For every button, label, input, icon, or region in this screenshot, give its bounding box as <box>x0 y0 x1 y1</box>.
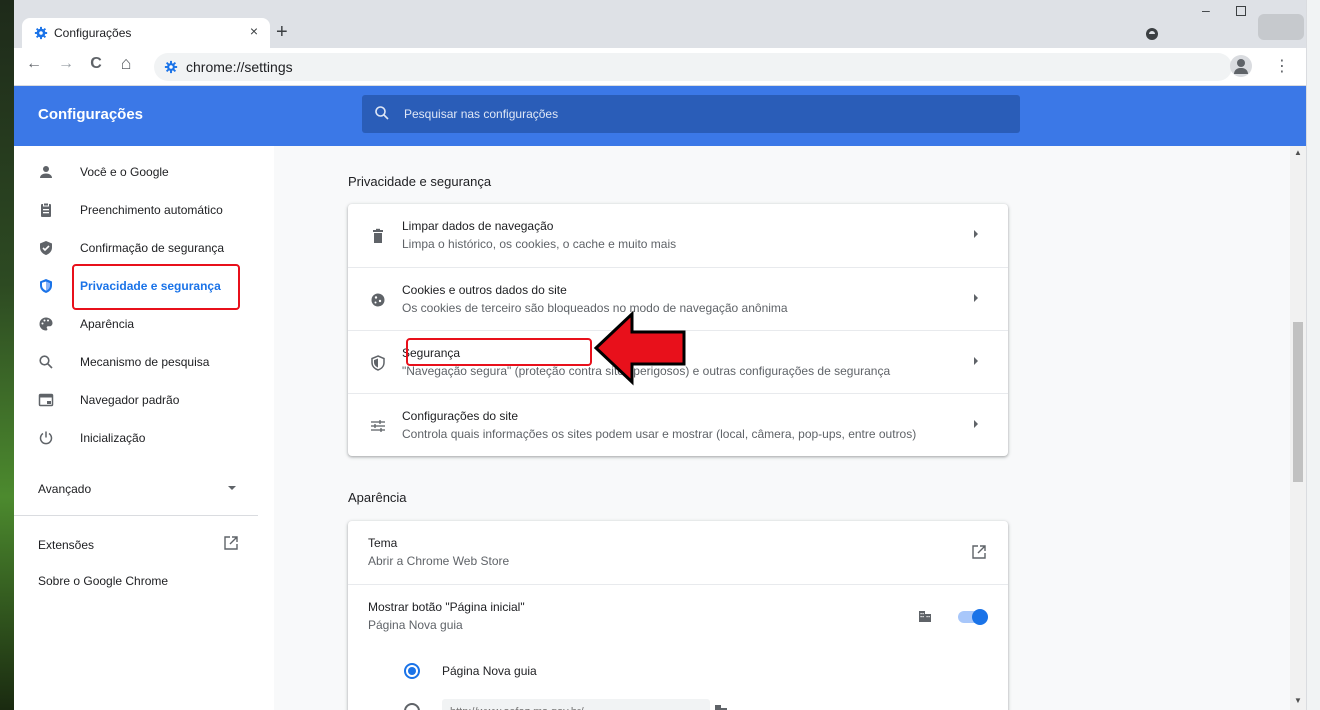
radio-new-tab-label: Página Nova guia <box>442 664 537 678</box>
desktop-edge-left <box>0 0 14 710</box>
row-title: Mostrar botão "Página inicial" <box>368 600 525 614</box>
search-icon <box>39 355 53 369</box>
search-placeholder: Pesquisar nas configurações <box>404 107 559 121</box>
new-tab-button[interactable]: + <box>276 20 288 44</box>
extension-circle-icon[interactable] <box>1146 28 1158 40</box>
sidebar-item-label: Mecanismo de pesquisa <box>80 355 210 369</box>
scroll-thumb[interactable] <box>1293 322 1303 482</box>
chevron-right-icon <box>974 294 978 302</box>
sliders-icon <box>371 420 385 432</box>
sidebar-item-label: Preenchimento automático <box>80 203 223 217</box>
tab-strip: Configurações × + – <box>14 0 1306 48</box>
appearance-card: Tema Abrir a Chrome Web Store Mostrar bo… <box>348 521 1008 710</box>
chevron-right-icon <box>974 420 978 428</box>
sidebar-item-about-chrome[interactable]: Sobre o Google Chrome <box>38 574 168 588</box>
radio-new-tab[interactable] <box>404 663 420 679</box>
row-description: Controla quais informações os sites pode… <box>402 427 917 441</box>
scroll-down-arrow[interactable]: ▼ <box>1294 696 1302 705</box>
forward-button[interactable]: → <box>56 55 76 73</box>
annotation-highlight-privacy <box>72 264 240 310</box>
sidebar-item-autofill[interactable]: Preenchimento automático <box>14 192 270 228</box>
settings-main: Privacidade e segurança Limpar dados de … <box>274 146 1290 710</box>
site-settings-row[interactable]: Configurações do site Controla quais inf… <box>348 393 1008 456</box>
sidebar-item-label: Inicialização <box>80 431 146 445</box>
palette-icon <box>39 317 53 331</box>
person-icon <box>40 166 52 178</box>
minimize-button[interactable]: – <box>1202 2 1210 18</box>
sidebar-item-appearance[interactable]: Aparência <box>14 306 270 342</box>
sidebar-divider <box>14 515 258 516</box>
home-button[interactable]: ⌂ <box>116 53 136 74</box>
enterprise-policy-icon <box>919 611 931 622</box>
sidebar-item-extensions[interactable]: Extensões <box>38 538 94 552</box>
custom-homepage-input[interactable] <box>442 699 710 710</box>
settings-header: Configurações Pesquisar nas configuraçõe… <box>14 86 1306 146</box>
reload-button[interactable]: C <box>86 55 106 73</box>
chevron-right-icon <box>974 230 978 238</box>
cookie-icon <box>371 293 385 307</box>
enterprise-policy-icon <box>715 705 727 710</box>
scroll-up-arrow[interactable]: ▲ <box>1294 148 1302 157</box>
section-title-appearance: Aparência <box>348 490 407 505</box>
chevron-right-icon <box>974 357 978 365</box>
shield-icon <box>371 355 385 371</box>
row-description: Abrir a Chrome Web Store <box>368 554 510 568</box>
open-external-icon[interactable] <box>972 545 986 559</box>
tab-title: Configurações <box>54 26 132 40</box>
search-icon <box>375 106 389 120</box>
power-icon <box>39 431 53 445</box>
sidebar-item-default-browser[interactable]: Navegador padrão <box>14 382 270 418</box>
sidebar-item-you-and-google[interactable]: Você e o Google <box>14 154 270 190</box>
row-title: Cookies e outros dados do site <box>402 283 567 297</box>
gear-icon <box>164 60 178 74</box>
open-external-icon[interactable] <box>224 536 238 550</box>
tab-close-button[interactable]: × <box>250 23 258 39</box>
row-title: Limpar dados de navegação <box>402 219 554 233</box>
home-button-toggle[interactable] <box>958 609 988 625</box>
sidebar-item-on-startup[interactable]: Inicialização <box>14 420 270 456</box>
row-description: Limpa o histórico, os cookies, o cache e… <box>402 237 677 251</box>
section-title-privacy: Privacidade e segurança <box>348 174 492 189</box>
row-title: Configurações do site <box>402 409 519 423</box>
sidebar-item-label: Você e o Google <box>80 165 169 179</box>
window-close-button[interactable] <box>1258 14 1304 40</box>
annotation-arrow-icon <box>593 310 686 386</box>
sidebar-item-label: Confirmação de segurança <box>80 241 225 255</box>
window-edge-right <box>1306 0 1320 710</box>
sidebar-item-safety-check[interactable]: Confirmação de segurança <box>14 230 270 266</box>
maximize-button[interactable] <box>1236 6 1246 16</box>
gear-icon <box>34 26 48 40</box>
chevron-down-icon[interactable] <box>228 485 236 491</box>
browser-menu-button[interactable]: ⋮ <box>1274 56 1290 76</box>
page-title: Configurações <box>38 106 144 123</box>
annotation-highlight-security <box>406 338 592 366</box>
url-text: chrome://settings <box>186 59 293 75</box>
profile-avatar-icon[interactable] <box>1230 55 1252 77</box>
sidebar-item-search-engine[interactable]: Mecanismo de pesquisa <box>14 344 270 380</box>
settings-search-input[interactable]: Pesquisar nas configurações <box>362 95 1020 133</box>
clear-browsing-data-row[interactable]: Limpar dados de navegação Limpa o histór… <box>348 204 1008 267</box>
theme-row[interactable]: Tema Abrir a Chrome Web Store <box>348 521 1008 584</box>
browser-toolbar: ← → C ⌂ chrome://settings ⋮ <box>14 48 1306 86</box>
settings-sidebar: Você e o Google Preenchimento automático… <box>14 146 274 710</box>
sidebar-item-label: Aparência <box>80 317 135 331</box>
row-title: Tema <box>368 536 398 550</box>
sidebar-advanced-toggle[interactable]: Avançado <box>38 482 91 496</box>
browser-window-icon <box>38 393 54 407</box>
row-description: Página Nova guia <box>368 618 463 632</box>
page-scrollbar[interactable]: ▲ ▼ <box>1290 146 1306 710</box>
shield-privacy-icon <box>40 279 52 293</box>
show-home-button-row[interactable]: Mostrar botão "Página inicial" Página No… <box>348 584 1008 654</box>
tab-settings[interactable]: Configurações × <box>22 18 270 48</box>
clipboard-icon <box>41 202 51 217</box>
radio-custom-url[interactable] <box>404 703 420 710</box>
address-bar[interactable]: chrome://settings <box>154 53 1232 81</box>
trash-icon <box>373 228 383 243</box>
sidebar-item-label: Navegador padrão <box>80 393 180 407</box>
back-button[interactable]: ← <box>24 55 44 73</box>
shield-check-icon <box>40 241 52 255</box>
